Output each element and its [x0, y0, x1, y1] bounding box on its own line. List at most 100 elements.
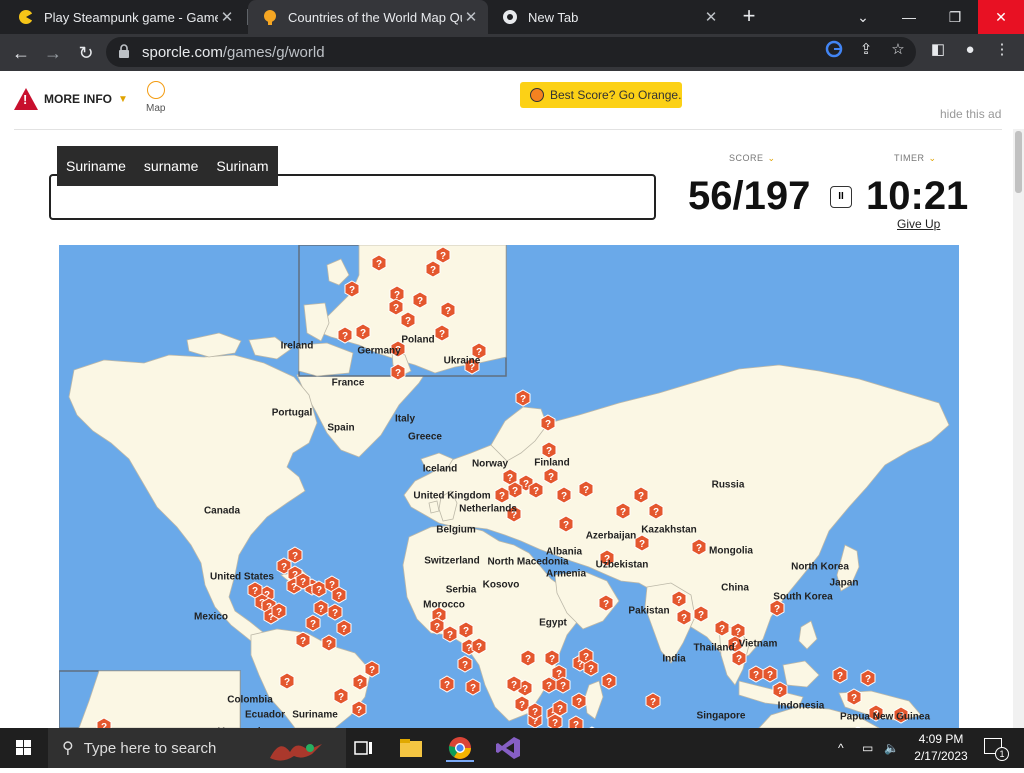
unanswered-country-marker[interactable]: ?	[645, 692, 661, 710]
unanswered-country-marker[interactable]: ?	[772, 681, 788, 699]
hummingbird-search-highlight-icon[interactable]	[266, 734, 328, 762]
world-map[interactable]: ????????????????????????????????????????…	[59, 245, 959, 728]
best-score-banner[interactable]: Best Score? Go Orange.	[520, 82, 682, 108]
hide-ad-link[interactable]: hide this ad	[940, 107, 1001, 121]
reload-icon[interactable]: ↻	[73, 40, 99, 66]
page-scrollbar[interactable]	[1013, 129, 1024, 728]
suggestion-item[interactable]: Suriname	[57, 158, 135, 174]
tab-new-tab[interactable]: New Tab ✕	[488, 0, 728, 34]
unanswered-country-marker[interactable]: ?	[352, 673, 368, 691]
visual-studio-icon[interactable]	[494, 734, 522, 762]
address-bar[interactable]: sporcle.com/games/g/world	[106, 37, 916, 67]
unanswered-country-marker[interactable]: ?	[541, 441, 557, 459]
unanswered-country-marker[interactable]: ?	[528, 481, 544, 499]
notification-icon[interactable]: 1	[984, 738, 1009, 761]
unanswered-country-marker[interactable]: ?	[691, 538, 707, 556]
unanswered-country-marker[interactable]: ?	[337, 326, 353, 344]
unanswered-country-marker[interactable]: ?	[506, 675, 522, 693]
score-label[interactable]: SCORE ⌄	[729, 153, 776, 164]
unanswered-country-marker[interactable]: ?	[425, 260, 441, 278]
unanswered-country-marker[interactable]: ?	[547, 713, 563, 728]
back-icon[interactable]: ←	[8, 40, 34, 66]
unanswered-country-marker[interactable]: ?	[321, 634, 337, 652]
unanswered-country-marker[interactable]: ?	[295, 631, 311, 649]
close-tab-icon[interactable]: ✕	[702, 8, 720, 26]
suggestion-item[interactable]: surname	[135, 158, 207, 174]
unanswered-country-marker[interactable]: ?	[400, 311, 416, 329]
unanswered-country-marker[interactable]: ?	[633, 486, 649, 504]
unanswered-country-marker[interactable]: ?	[351, 700, 367, 718]
unanswered-country-marker[interactable]: ?	[344, 280, 360, 298]
unanswered-country-marker[interactable]: ?	[371, 254, 387, 272]
unanswered-country-marker[interactable]: ?	[832, 666, 848, 684]
tab-steampunk[interactable]: Play Steampunk game - Gamesfl ✕	[4, 0, 244, 34]
unanswered-country-marker[interactable]: ?	[465, 678, 481, 696]
unanswered-country-marker[interactable]: ?	[333, 687, 349, 705]
side-panel-icon[interactable]: ◧	[928, 40, 948, 60]
more-info-button[interactable]: ! MORE INFO ▼	[14, 88, 128, 110]
tab-world-map-quiz[interactable]: Countries of the World Map Quiz ✕	[248, 0, 488, 34]
task-view-icon[interactable]	[349, 734, 377, 762]
close-tab-icon[interactable]: ✕	[462, 8, 480, 26]
close-window-button[interactable]: ✕	[978, 0, 1024, 34]
unanswered-country-marker[interactable]: ?	[355, 323, 371, 341]
show-hidden-icons-icon[interactable]: ^	[838, 728, 844, 768]
unanswered-country-marker[interactable]: ?	[442, 625, 458, 643]
new-tab-button[interactable]: +	[736, 4, 762, 30]
unanswered-country-marker[interactable]: ?	[555, 676, 571, 694]
unanswered-country-marker[interactable]: ?	[520, 649, 536, 667]
unanswered-country-marker[interactable]: ?	[96, 717, 112, 728]
system-clock[interactable]: 4:09 PM 2/17/2023	[910, 731, 972, 765]
forward-icon[interactable]: →	[40, 40, 66, 66]
unanswered-country-marker[interactable]: ?	[860, 669, 876, 687]
pause-button[interactable]: II	[830, 186, 852, 208]
map-nav-link[interactable]: Map	[146, 81, 165, 114]
unanswered-country-marker[interactable]: ?	[412, 291, 428, 309]
unanswered-country-marker[interactable]: ?	[571, 692, 587, 710]
unanswered-country-marker[interactable]: ?	[543, 467, 559, 485]
volume-icon[interactable]: 🔈	[884, 728, 899, 768]
tab-search-icon[interactable]: ⌄	[840, 0, 886, 34]
unanswered-country-marker[interactable]: ?	[671, 590, 687, 608]
menu-kebab-icon[interactable]: ⋮	[992, 40, 1012, 60]
share-icon[interactable]: ⇪	[856, 40, 876, 60]
unanswered-country-marker[interactable]: ?	[305, 614, 321, 632]
unanswered-country-marker[interactable]: ?	[336, 619, 352, 637]
unanswered-country-marker[interactable]: ?	[634, 534, 650, 552]
unanswered-country-marker[interactable]: ?	[331, 586, 347, 604]
unanswered-country-marker[interactable]: ?	[578, 480, 594, 498]
file-explorer-icon[interactable]	[397, 734, 425, 762]
profile-icon[interactable]: ●	[960, 40, 980, 60]
unanswered-country-marker[interactable]: ?	[471, 637, 487, 655]
unanswered-country-marker[interactable]: ?	[494, 486, 510, 504]
unanswered-country-marker[interactable]: ?	[556, 486, 572, 504]
unanswered-country-marker[interactable]: ?	[527, 702, 543, 720]
unanswered-country-marker[interactable]: ?	[558, 515, 574, 533]
restore-button[interactable]: ❐	[932, 0, 978, 34]
unanswered-country-marker[interactable]: ?	[295, 572, 311, 590]
unanswered-country-marker[interactable]: ?	[676, 608, 692, 626]
unanswered-country-marker[interactable]: ?	[457, 655, 473, 673]
unanswered-country-marker[interactable]: ?	[279, 672, 295, 690]
unanswered-country-marker[interactable]: ?	[515, 389, 531, 407]
chrome-taskbar-icon[interactable]	[446, 734, 474, 762]
close-tab-icon[interactable]: ✕	[218, 8, 236, 26]
unanswered-country-marker[interactable]: ?	[615, 502, 631, 520]
scrollbar-thumb[interactable]	[1015, 131, 1022, 193]
unanswered-country-marker[interactable]: ?	[693, 605, 709, 623]
unanswered-country-marker[interactable]: ?	[540, 414, 556, 432]
unanswered-country-marker[interactable]: ?	[271, 602, 287, 620]
unanswered-country-marker[interactable]: ?	[846, 688, 862, 706]
unanswered-country-marker[interactable]: ?	[598, 594, 614, 612]
unanswered-country-marker[interactable]: ?	[434, 324, 450, 342]
unanswered-country-marker[interactable]: ?	[440, 301, 456, 319]
unanswered-country-marker[interactable]: ?	[648, 502, 664, 520]
unanswered-country-marker[interactable]: ?	[583, 659, 599, 677]
unanswered-country-marker[interactable]: ?	[390, 363, 406, 381]
unanswered-country-marker[interactable]: ?	[439, 675, 455, 693]
suggestion-item[interactable]: Surinam	[207, 158, 277, 174]
windows-start-icon[interactable]	[0, 728, 48, 768]
bookmark-star-icon[interactable]: ☆	[888, 40, 908, 60]
minimize-button[interactable]: —	[886, 0, 932, 34]
timer-label[interactable]: TIMER ⌄	[894, 153, 937, 164]
